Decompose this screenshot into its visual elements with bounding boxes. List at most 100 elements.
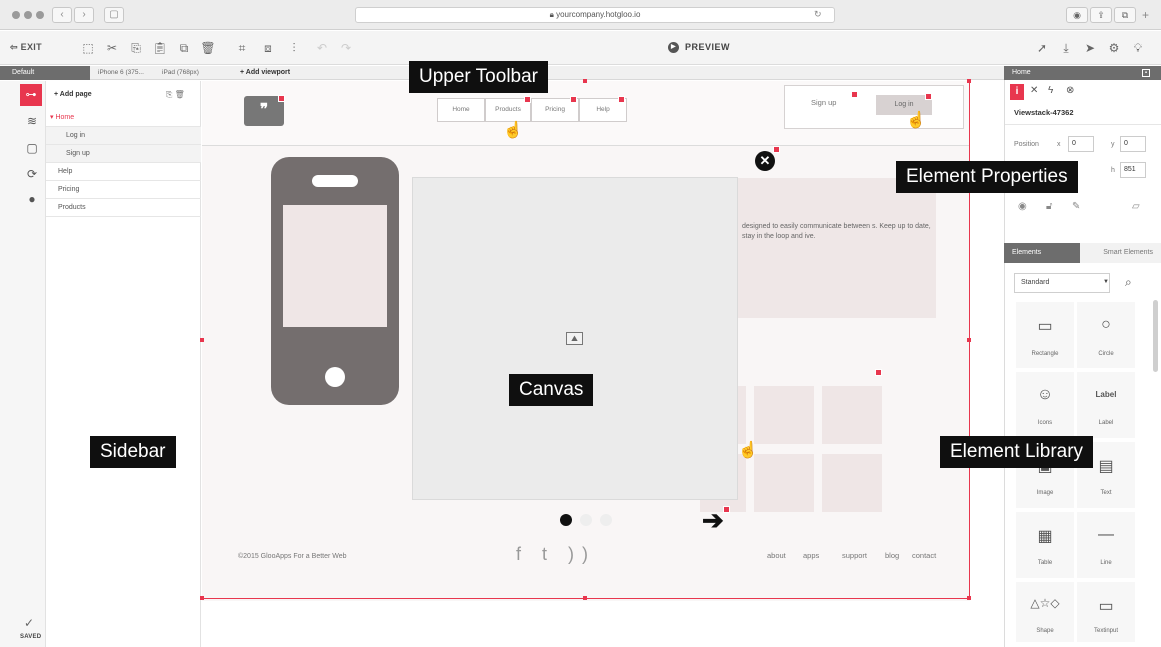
x-position-input[interactable]: 0 [1068, 136, 1094, 152]
selection-handle-left[interactable] [200, 338, 204, 342]
settings-icon[interactable]: ⚙ [1106, 41, 1122, 55]
selection-handle-top-right[interactable] [967, 79, 971, 83]
group-icon[interactable]: ⌗ [234, 41, 250, 55]
add-viewport-button[interactable]: + Add viewport [240, 66, 290, 80]
browser-forward-button[interactable]: › [74, 7, 94, 23]
carousel-dot[interactable] [580, 514, 592, 526]
wire-nav-home[interactable]: Home [437, 98, 485, 122]
collapse-panel-icon[interactable]: ▪ [1142, 69, 1150, 77]
library-item-circle[interactable] [1077, 302, 1135, 368]
selection-handle-bottom-right[interactable] [967, 596, 971, 600]
library-category-select[interactable]: Standard [1014, 273, 1110, 293]
address-bar[interactable]: 🔒︎ yourcompany.hotgloo.io [355, 7, 835, 23]
selection-handle-bottom[interactable] [583, 596, 587, 600]
wire-footer-link-blog[interactable]: blog [885, 551, 899, 560]
layers-icon[interactable]: ≋ [22, 114, 42, 128]
selection-handle-bottom-left[interactable] [200, 596, 204, 600]
delete-page-icon[interactable]: 🗑︎ [175, 90, 185, 99]
wire-thumbnail[interactable] [822, 386, 882, 444]
add-page-button[interactable]: + Add page [54, 91, 92, 98]
download-icon[interactable]: ⤓ [1058, 41, 1074, 55]
interaction-badge[interactable] [278, 95, 285, 102]
share-icon[interactable]: ⇪ [1090, 7, 1112, 23]
interaction-badge[interactable] [723, 506, 730, 513]
library-item-icons[interactable] [1016, 372, 1074, 438]
copy-page-icon[interactable]: ⎘ [166, 90, 172, 99]
library-item-line[interactable] [1077, 512, 1135, 578]
tabs-icon[interactable]: ⧉ [1114, 7, 1136, 23]
carousel-dot[interactable] [600, 514, 612, 526]
next-arrow-icon[interactable]: ➔ [702, 506, 724, 534]
page-item-signup[interactable]: Sign up [46, 145, 201, 163]
paste-icon[interactable]: 📋︎ [152, 41, 168, 55]
wire-thumbnail[interactable] [754, 386, 814, 444]
viewport-tab-iphone[interactable]: iPhone 6 (375... [98, 66, 144, 80]
pointer-icon[interactable]: ➚ [1034, 41, 1050, 55]
lock-icon[interactable]: 🔓︎ [1046, 201, 1052, 212]
y-position-input[interactable]: 0 [1120, 136, 1146, 152]
preview-button[interactable]: ▶ PREVIEW [668, 42, 730, 54]
sitemap-icon[interactable]: ⊶ [20, 84, 42, 106]
delete-icon[interactable]: 🗑︎ [200, 41, 216, 55]
send-icon[interactable]: ➤ [1082, 41, 1098, 55]
viewport-tab-ipad[interactable]: iPad (768px) [162, 66, 199, 80]
help-bulb-icon[interactable]: 💡︎ [1130, 41, 1146, 55]
arrange-icon[interactable]: ⧈ [260, 41, 276, 55]
tab-smart-elements[interactable]: Smart Elements [1080, 243, 1161, 263]
library-scrollbar[interactable] [1153, 300, 1158, 372]
wire-footer-link-about[interactable]: about [767, 551, 786, 560]
shield-icon[interactable]: ◉ [1066, 7, 1088, 23]
new-tab-icon[interactable]: + [1142, 8, 1149, 22]
wire-footer-link-support[interactable]: support [842, 551, 867, 560]
tab-elements[interactable]: Elements [1004, 243, 1080, 263]
wire-thumbnail[interactable] [754, 454, 814, 512]
pin-icon[interactable]: ✎ [1072, 201, 1080, 212]
interaction-badge[interactable] [618, 96, 625, 103]
selection-handle-top[interactable] [583, 79, 587, 83]
height-input[interactable]: 851 [1120, 162, 1146, 178]
search-icon[interactable]: ⌕ [1125, 275, 1132, 290]
interaction-badge[interactable] [851, 91, 858, 98]
exit-button[interactable]: ⇦ EXIT [10, 42, 42, 53]
sidebar-toggle-icon[interactable]: ▢ [104, 7, 124, 23]
info-icon[interactable]: i [1010, 84, 1024, 100]
wire-footer-link-apps[interactable]: apps [803, 551, 819, 560]
window-minimize-dot[interactable] [24, 11, 32, 19]
close-icon[interactable]: ✕ [755, 151, 775, 171]
window-zoom-dot[interactable] [36, 11, 44, 19]
note-icon[interactable]: ▱ [1132, 201, 1140, 212]
wire-footer-social-icons[interactable]: f t )) [516, 544, 596, 565]
browser-back-button[interactable]: ‹ [52, 7, 72, 23]
page-item-help[interactable]: Help [46, 163, 201, 181]
wire-thumbnail[interactable] [822, 454, 882, 512]
wire-footer-link-contact[interactable]: contact [912, 551, 936, 560]
redo-icon[interactable]: ↷ [338, 41, 354, 55]
select-tool-icon[interactable]: ⬚ [80, 41, 96, 55]
interaction-icon[interactable]: ϟ [1048, 85, 1053, 96]
interaction-badge[interactable] [570, 96, 577, 103]
comments-icon[interactable]: ● [22, 192, 42, 206]
interaction-badge[interactable] [524, 96, 531, 103]
binoculars-icon[interactable]: ⊗ [1066, 85, 1074, 96]
cut-icon[interactable]: ✂ [104, 41, 120, 55]
interaction-badge[interactable] [925, 93, 932, 100]
page-item-products[interactable]: Products [46, 199, 201, 217]
wire-auth-box[interactable] [784, 85, 964, 129]
wire-signup-link[interactable]: Sign up [811, 98, 836, 107]
page-item-home[interactable]: ▾ Home [46, 109, 201, 127]
viewport-tab-default[interactable]: Default [0, 66, 90, 80]
tools-icon[interactable]: ✕ [1030, 85, 1038, 96]
interactions-icon[interactable]: ⟳ [22, 167, 42, 181]
duplicate-icon[interactable]: ⧉ [176, 41, 192, 55]
selection-handle-right[interactable] [967, 338, 971, 342]
window-close-dot[interactable] [12, 11, 20, 19]
interaction-badge[interactable] [773, 146, 780, 153]
library-item-label[interactable] [1077, 372, 1135, 438]
reload-icon[interactable]: ↻ [814, 9, 822, 20]
interaction-badge[interactable] [875, 369, 882, 376]
masters-icon[interactable]: ▢ [22, 141, 42, 155]
align-icon[interactable]: ⫶ [286, 41, 302, 55]
eye-icon[interactable]: ◉ [1018, 201, 1027, 212]
page-item-login[interactable]: Log in [46, 127, 201, 145]
carousel-dot-active[interactable] [560, 514, 572, 526]
